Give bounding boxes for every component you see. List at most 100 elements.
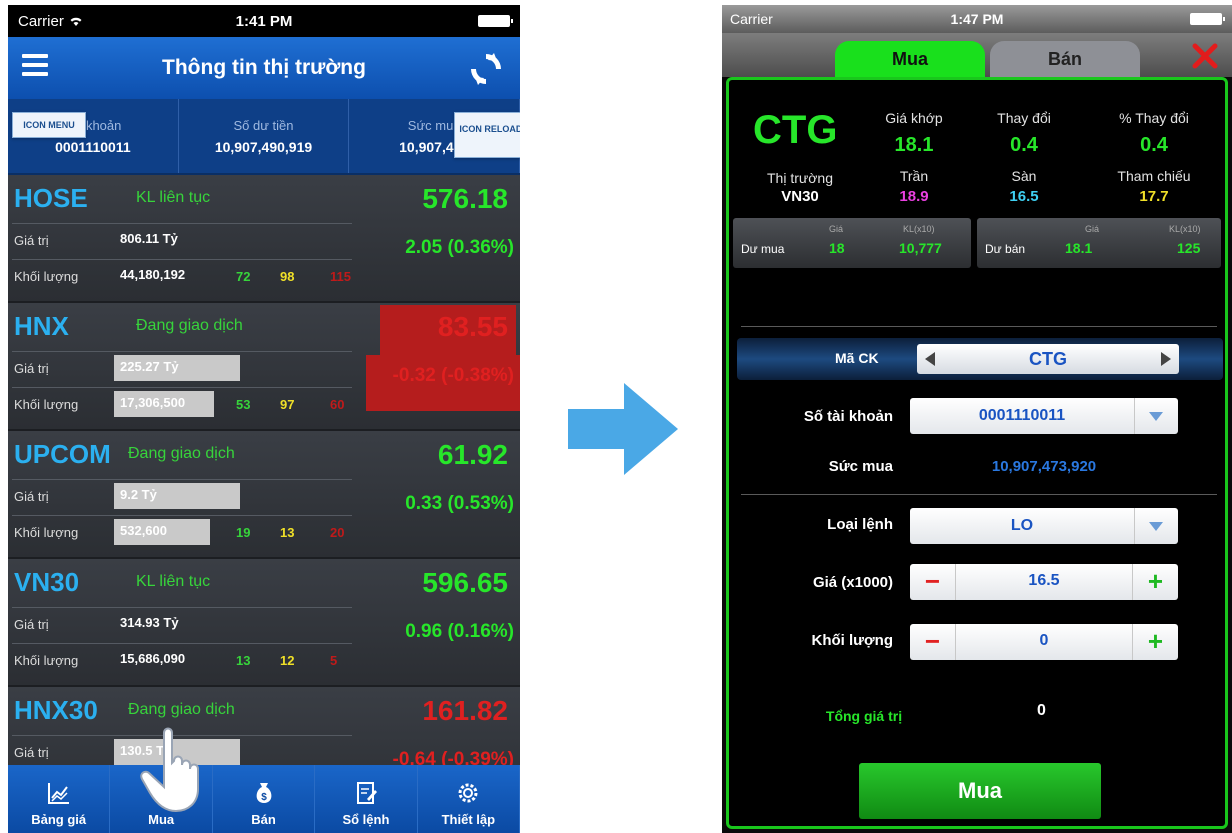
divider xyxy=(741,326,1217,327)
advancing-count: 72 xyxy=(236,269,251,284)
row-divider xyxy=(12,223,352,224)
reload-icon[interactable] xyxy=(466,49,506,89)
market-status: Đang giao dịch xyxy=(128,701,235,718)
account-select[interactable]: 0001110011 xyxy=(910,398,1178,434)
market-name: HNX xyxy=(14,311,69,341)
menu-icon[interactable] xyxy=(22,54,48,76)
stock-code-selector: Mã CK CTG xyxy=(737,338,1223,380)
tab-bang-gia[interactable]: Bảng giá xyxy=(8,765,111,833)
value-label: Giá trị xyxy=(14,233,49,248)
market-name: HOSE xyxy=(14,183,88,213)
ceiling-label: Trần xyxy=(899,168,929,184)
ask-price-header: Giá xyxy=(1085,224,1100,234)
market-status: Đang giao dịch xyxy=(128,445,235,462)
price-decrement-button[interactable]: − xyxy=(910,564,956,600)
declining-count: 60 xyxy=(330,397,345,412)
market-row[interactable]: HNX Đang giao dịch 83.55 -0.32 (-0.38%) Giá … xyxy=(8,303,520,431)
status-time: 1:47 PM xyxy=(950,11,1004,27)
market-volume: 532,600 xyxy=(120,523,167,538)
value-label: Giá trị xyxy=(14,489,49,504)
market-status: KL liên tục xyxy=(136,189,211,206)
chevron-down-icon[interactable] xyxy=(1134,508,1178,544)
price-value[interactable]: 16.5 xyxy=(956,572,1132,590)
transition-arrow-icon xyxy=(568,383,678,475)
market-change: 0.33 (0.53%) xyxy=(405,493,514,514)
market-value: VN30 xyxy=(781,188,819,205)
change-value: 0.4 xyxy=(1010,134,1038,156)
market-value: 314.93 Tỷ xyxy=(120,615,179,630)
volume-label: Khối lượng xyxy=(14,653,79,668)
total-value: 0 xyxy=(1037,702,1046,719)
market-index: 596.65 xyxy=(422,567,508,598)
market-index: 161.82 xyxy=(422,695,508,726)
stock-code: CTG xyxy=(753,108,838,152)
market-value: 225.27 Tỷ xyxy=(120,359,179,374)
bid-label: Dư mua xyxy=(741,242,785,256)
market-row[interactable]: UPCOM Đang giao dịch 61.92 0.33 (0.53%) Giá … xyxy=(8,431,520,559)
ask-price: 18.1 xyxy=(1065,240,1093,256)
ceiling-value: 18.9 xyxy=(899,188,929,205)
order-type-select[interactable]: LO xyxy=(910,508,1178,544)
volume-label: Khối lượng xyxy=(14,397,79,412)
quantity-value[interactable]: 0 xyxy=(956,632,1132,650)
buy-submit-button[interactable]: Mua xyxy=(859,763,1101,819)
market-name: VN30 xyxy=(14,567,80,597)
bid-price-header: Giá xyxy=(829,224,844,234)
ask-vol-header: KL(x10) xyxy=(1169,224,1201,234)
close-icon[interactable] xyxy=(1192,43,1218,69)
market-name: UPCOM xyxy=(14,439,111,469)
notebook-icon xyxy=(356,782,377,804)
tab-thiet-lap[interactable]: Thiết lập xyxy=(418,765,520,833)
bid-vol-header: KL(x10) xyxy=(903,224,935,234)
tab-sell[interactable]: Bán xyxy=(990,41,1140,77)
buy-order-panel: CTG Giá khớp 18.1 Thay đổi 0.4 % Thay đổ… xyxy=(726,77,1228,829)
svg-text:$: $ xyxy=(261,792,267,803)
quantity-increment-button[interactable]: + xyxy=(1132,624,1178,660)
price-stepper: − 16.5 + xyxy=(910,564,1178,600)
tab-ban[interactable]: $ Bán xyxy=(213,765,316,833)
right-phone-screen: Carrier 1:47 PM Bán Mua CTG Giá khớp 18.… xyxy=(722,5,1232,833)
battery-icon xyxy=(1190,13,1225,25)
market-status: Đang giao dịch xyxy=(136,317,243,334)
left-phone-screen: Carrier 1:41 PM Thông tin thị trường Tài… xyxy=(8,5,520,833)
declining-count: 5 xyxy=(330,653,338,668)
market-list: HOSE KL liên tục 576.18 2.05 (0.36%) Giá trị… xyxy=(8,175,520,815)
market-volume: 44,180,192 xyxy=(120,267,186,282)
quantity-decrement-button[interactable]: − xyxy=(910,624,956,660)
value-label: Giá trị xyxy=(14,617,49,632)
floor-value: 16.5 xyxy=(1009,188,1039,205)
tab-so-lenh[interactable]: Sổ lệnh xyxy=(315,765,418,833)
market-change: 0.96 (0.16%) xyxy=(405,621,514,642)
chart-icon xyxy=(47,783,69,804)
chevron-down-icon[interactable] xyxy=(1134,398,1178,434)
nav-bar: Thông tin thị trường xyxy=(8,37,520,99)
market-name: HNX30 xyxy=(14,695,98,725)
pct-change-label: % Thay đổi xyxy=(1119,110,1189,126)
account-label: Số tài khoản xyxy=(803,408,893,425)
menu-callout-text: ICON MENU xyxy=(23,120,75,130)
buying-power-label: Sức mua xyxy=(407,117,461,133)
tab-ban-label: Bán xyxy=(251,812,276,827)
price-increment-button[interactable]: + xyxy=(1132,564,1178,600)
order-type-label: Loại lệnh xyxy=(827,516,893,533)
advancing-count: 19 xyxy=(236,525,251,540)
tab-so-lenh-label: Sổ lệnh xyxy=(342,812,390,827)
market-value: 806.11 Tỷ xyxy=(120,231,178,246)
reload-callout: ICON RELOAD THÔNG TIN THỊ TRƯỜNG xyxy=(454,112,520,158)
cash-balance-value: 10,907,490,919 xyxy=(214,138,313,155)
volume-label: Khối lượng xyxy=(14,525,79,540)
row-divider xyxy=(12,259,352,260)
stock-code-picker[interactable]: CTG xyxy=(917,344,1179,374)
row-divider xyxy=(12,643,352,644)
stock-code-picker-value: CTG xyxy=(1029,349,1067,369)
declining-count: 20 xyxy=(330,525,345,540)
bid-price: 18 xyxy=(829,240,845,256)
market-row[interactable]: VN30 KL liên tục 596.65 0.96 (0.16%) Giá trị… xyxy=(8,559,520,687)
cash-balance-col: Số dư tiền 10,907,490,919 xyxy=(179,99,350,173)
tab-buy[interactable]: Mua xyxy=(835,41,985,77)
market-row[interactable]: HOSE KL liên tục 576.18 2.05 (0.36%) Giá trị… xyxy=(8,175,520,303)
chevron-right-icon[interactable] xyxy=(1161,352,1171,366)
menu-callout: ICON MENU xyxy=(12,112,86,138)
market-label: Thị trường xyxy=(766,170,833,186)
stock-code-label: Mã CK xyxy=(835,350,879,366)
